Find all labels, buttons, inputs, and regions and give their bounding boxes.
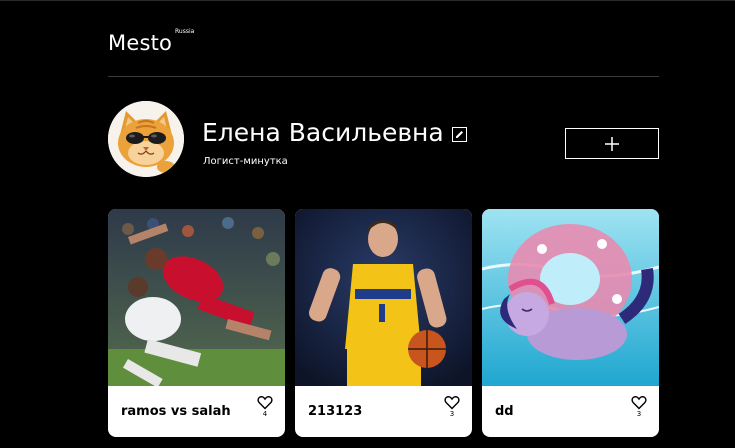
pony-photo — [482, 209, 659, 386]
profile-about: Логист-минутка — [203, 156, 288, 167]
heart-icon — [444, 396, 460, 410]
like-button[interactable] — [444, 395, 460, 410]
card-image[interactable] — [482, 209, 659, 386]
heart-icon — [631, 396, 647, 410]
card: ramos vs salah 4 — [108, 209, 285, 437]
card-title: dd — [495, 404, 514, 419]
logo: Mesto — [108, 31, 173, 55]
profile: Елена Васильевна Логист-минутка — [108, 101, 659, 177]
pencil-icon — [456, 131, 463, 138]
like-count: 3 — [449, 410, 455, 418]
like-count: 3 — [636, 410, 642, 418]
header: Mesto Russia — [108, 1, 659, 77]
edit-profile-button[interactable] — [452, 127, 467, 142]
football-photo — [108, 209, 285, 386]
cat-avatar-image — [108, 101, 184, 177]
card-image[interactable] — [295, 209, 472, 386]
like-button[interactable] — [631, 395, 647, 410]
avatar[interactable] — [108, 101, 184, 177]
profile-name: Елена Васильевна — [202, 118, 444, 147]
basketball-photo — [295, 209, 472, 386]
plus-icon — [605, 136, 619, 151]
card: dd 3 — [482, 209, 659, 437]
card-image[interactable] — [108, 209, 285, 386]
card-title: ramos vs salah — [121, 404, 231, 419]
card: 213123 3 — [295, 209, 472, 437]
like-button[interactable] — [257, 395, 273, 410]
add-card-button[interactable] — [565, 128, 659, 159]
heart-icon — [257, 396, 273, 410]
like-count: 4 — [262, 410, 268, 418]
logo-superscript: Russia — [175, 28, 195, 35]
page: Mesto Russia Елена Васильевна Логист-мин… — [0, 0, 735, 448]
card-title: 213123 — [308, 404, 363, 419]
